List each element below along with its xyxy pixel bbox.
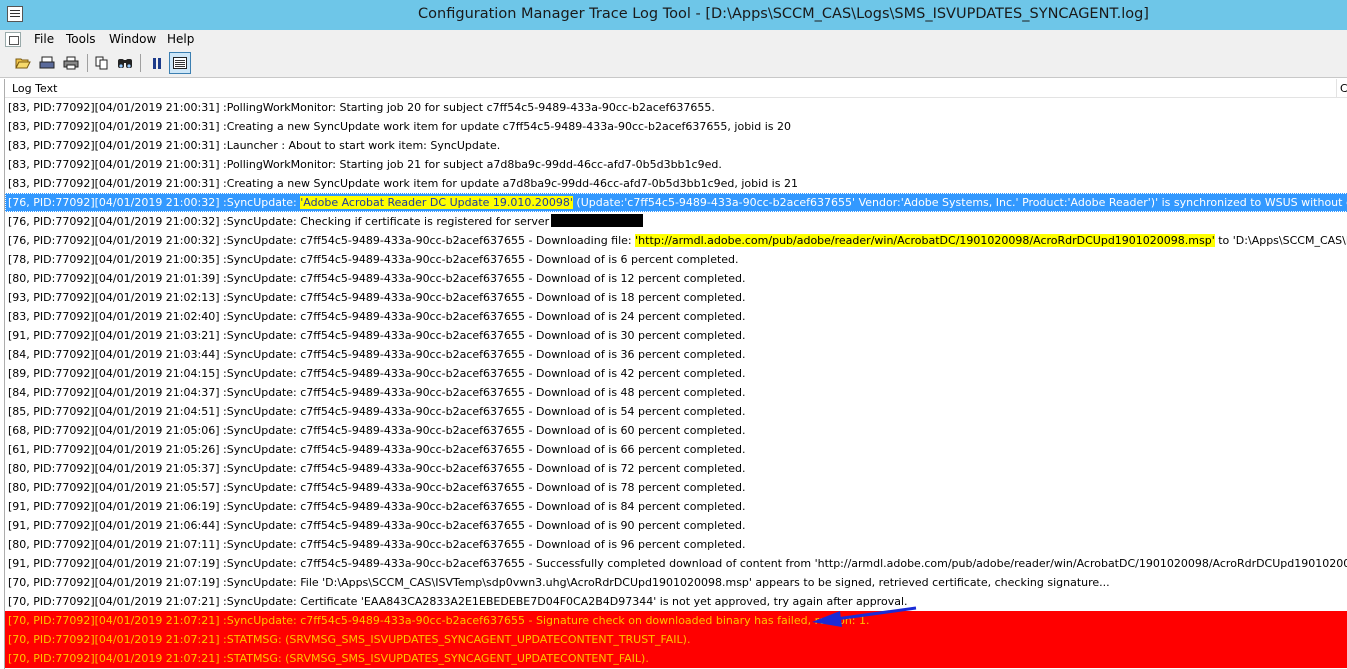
log-row[interactable]: [80, PID:77092][04/01/2019 21:05:37] :Sy… — [5, 459, 1347, 478]
log-row-text: [83, PID:77092][04/01/2019 21:00:31] :Cr… — [8, 177, 798, 190]
log-row[interactable]: [70, PID:77092][04/01/2019 21:07:21] :Sy… — [5, 592, 1347, 611]
title-bar[interactable]: Configuration Manager Trace Log Tool - [… — [0, 0, 1347, 30]
toolbar-separator — [87, 54, 88, 72]
mdi-document-icon[interactable] — [5, 32, 21, 47]
log-row[interactable]: [80, PID:77092][04/01/2019 21:07:11] :Sy… — [5, 535, 1347, 554]
menu-help[interactable]: Help — [167, 32, 194, 46]
print-preview-icon[interactable] — [36, 52, 58, 74]
log-row[interactable]: [89, PID:77092][04/01/2019 21:04:15] :Sy… — [5, 364, 1347, 383]
toolbar-separator — [140, 54, 141, 72]
log-row-text: [68, PID:77092][04/01/2019 21:05:06] :Sy… — [8, 424, 746, 437]
log-row[interactable]: [91, PID:77092][04/01/2019 21:03:21] :Sy… — [5, 326, 1347, 345]
log-row-text: [61, PID:77092][04/01/2019 21:05:26] :Sy… — [8, 443, 746, 456]
log-row[interactable]: [80, PID:77092][04/01/2019 21:05:57] :Sy… — [5, 478, 1347, 497]
log-row-text: [78, PID:77092][04/01/2019 21:00:35] :Sy… — [8, 253, 739, 266]
log-row[interactable]: [85, PID:77092][04/01/2019 21:04:51] :Sy… — [5, 402, 1347, 421]
log-row[interactable]: [83, PID:77092][04/01/2019 21:00:31] :Cr… — [5, 117, 1347, 136]
menu-file[interactable]: File — [34, 32, 54, 46]
log-row-text: [83, PID:77092][04/01/2019 21:00:31] :Po… — [8, 158, 722, 171]
log-row[interactable]: [83, PID:77092][04/01/2019 21:00:31] :Cr… — [5, 174, 1347, 193]
annotation-arrow — [812, 606, 917, 627]
log-row[interactable]: [70, PID:77092][04/01/2019 21:07:21] :ST… — [5, 649, 1347, 668]
window-list-icon[interactable] — [169, 52, 191, 74]
toolbar — [0, 49, 1347, 78]
log-row-text: [91, PID:77092][04/01/2019 21:07:19] :Sy… — [8, 557, 1347, 570]
log-row[interactable]: [76, PID:77092][04/01/2019 21:00:32] :Sy… — [5, 212, 1347, 231]
log-row[interactable]: [83, PID:77092][04/01/2019 21:00:31] :Po… — [5, 155, 1347, 174]
log-row-text: [70, PID:77092][04/01/2019 21:07:21] :Sy… — [8, 614, 870, 627]
log-row[interactable]: [68, PID:77092][04/01/2019 21:05:06] :Sy… — [5, 421, 1347, 440]
window-title: Configuration Manager Trace Log Tool - [… — [418, 6, 1149, 22]
log-row-text: [83, PID:77092][04/01/2019 21:00:31] :Po… — [8, 101, 715, 114]
log-row-text: [93, PID:77092][04/01/2019 21:02:13] :Sy… — [8, 291, 746, 304]
log-row[interactable]: [78, PID:77092][04/01/2019 21:00:35] :Sy… — [5, 250, 1347, 269]
log-row[interactable]: [70, PID:77092][04/01/2019 21:07:21] :Sy… — [5, 611, 1347, 630]
menu-tools[interactable]: Tools — [66, 32, 96, 46]
log-row-text: [70, PID:77092][04/01/2019 21:07:21] :ST… — [8, 652, 649, 665]
log-row-text: [89, PID:77092][04/01/2019 21:04:15] :Sy… — [8, 367, 746, 380]
log-row-text: [83, PID:77092][04/01/2019 21:00:31] :La… — [8, 139, 501, 152]
redacted-server-name — [551, 214, 644, 227]
log-row-text: [84, PID:77092][04/01/2019 21:04:37] :Sy… — [8, 386, 746, 399]
log-row[interactable]: [93, PID:77092][04/01/2019 21:02:13] :Sy… — [5, 288, 1347, 307]
log-row[interactable]: [91, PID:77092][04/01/2019 21:06:44] :Sy… — [5, 516, 1347, 535]
log-row[interactable]: [84, PID:77092][04/01/2019 21:03:44] :Sy… — [5, 345, 1347, 364]
log-row-text: [80, PID:77092][04/01/2019 21:05:37] :Sy… — [8, 462, 746, 475]
log-row[interactable]: [91, PID:77092][04/01/2019 21:06:19] :Sy… — [5, 497, 1347, 516]
log-row-highlight: 'Adobe Acrobat Reader DC Update 19.010.2… — [300, 196, 573, 209]
log-row-text: [91, PID:77092][04/01/2019 21:03:21] :Sy… — [8, 329, 746, 342]
menu-bar: File Tools Window Help — [0, 30, 1347, 49]
log-row[interactable]: [84, PID:77092][04/01/2019 21:04:37] :Sy… — [5, 383, 1347, 402]
log-row[interactable]: [76, PID:77092][04/01/2019 21:00:32] :Sy… — [5, 231, 1347, 250]
list-header: Log Text C — [5, 79, 1347, 98]
log-row-text: [83, PID:77092][04/01/2019 21:00:31] :Cr… — [8, 120, 791, 133]
log-row[interactable]: [91, PID:77092][04/01/2019 21:07:19] :Sy… — [5, 554, 1347, 573]
log-row[interactable]: [70, PID:77092][04/01/2019 21:07:21] :ST… — [5, 630, 1347, 649]
copy-icon[interactable] — [91, 52, 113, 74]
log-row-text: [80, PID:77092][04/01/2019 21:07:11] :Sy… — [8, 538, 746, 551]
log-row-text: [80, PID:77092][04/01/2019 21:01:39] :Sy… — [8, 272, 746, 285]
print-icon[interactable] — [60, 52, 82, 74]
log-row-text: [70, PID:77092][04/01/2019 21:07:21] :Sy… — [8, 595, 908, 608]
log-row-text: [76, PID:77092][04/01/2019 21:00:32] :Sy… — [8, 215, 550, 228]
log-row-text: [76, PID:77092][04/01/2019 21:00:32] :Sy… — [8, 196, 301, 209]
log-row-text: (Update:'c7ff54c5-9489-433a-90cc-b2acef6… — [572, 196, 1347, 209]
log-row-text: [70, PID:77092][04/01/2019 21:07:21] :ST… — [8, 633, 691, 646]
log-row-text: [85, PID:77092][04/01/2019 21:04:51] :Sy… — [8, 405, 746, 418]
log-row-text: [70, PID:77092][04/01/2019 21:07:19] :Sy… — [8, 576, 1110, 589]
menu-window[interactable]: Window — [109, 32, 156, 46]
log-row-text: [76, PID:77092][04/01/2019 21:00:32] :Sy… — [8, 234, 636, 247]
log-list[interactable]: Log Text C [83, PID:77092][04/01/2019 21… — [4, 79, 1347, 669]
log-row-text: to 'D:\Apps\SCCM_CAS\ISVTem... — [1218, 234, 1347, 247]
log-row[interactable]: [83, PID:77092][04/01/2019 21:00:31] :La… — [5, 136, 1347, 155]
log-rows: [83, PID:77092][04/01/2019 21:00:31] :Po… — [5, 98, 1347, 668]
log-row[interactable]: [80, PID:77092][04/01/2019 21:01:39] :Sy… — [5, 269, 1347, 288]
log-row-text: [84, PID:77092][04/01/2019 21:03:44] :Sy… — [8, 348, 746, 361]
log-row[interactable]: [83, PID:77092][04/01/2019 21:00:31] :Po… — [5, 98, 1347, 117]
log-row-text: [91, PID:77092][04/01/2019 21:06:44] :Sy… — [8, 519, 746, 532]
column-header-log-text[interactable]: Log Text — [12, 82, 57, 95]
find-icon[interactable] — [114, 52, 136, 74]
log-row-text: [83, PID:77092][04/01/2019 21:02:40] :Sy… — [8, 310, 746, 323]
log-row[interactable]: [83, PID:77092][04/01/2019 21:02:40] :Sy… — [5, 307, 1347, 326]
pause-icon[interactable] — [146, 52, 168, 74]
log-row[interactable]: [70, PID:77092][04/01/2019 21:07:19] :Sy… — [5, 573, 1347, 592]
log-row-text: [91, PID:77092][04/01/2019 21:06:19] :Sy… — [8, 500, 746, 513]
log-row-highlight: 'http://armdl.adobe.com/pub/adobe/reader… — [635, 234, 1215, 247]
log-row[interactable]: [61, PID:77092][04/01/2019 21:05:26] :Sy… — [5, 440, 1347, 459]
log-row[interactable]: [76, PID:77092][04/01/2019 21:00:32] :Sy… — [5, 193, 1347, 212]
column-header-next[interactable]: C — [1336, 79, 1347, 98]
open-icon[interactable] — [12, 52, 34, 74]
log-row-text: [80, PID:77092][04/01/2019 21:05:57] :Sy… — [8, 481, 746, 494]
